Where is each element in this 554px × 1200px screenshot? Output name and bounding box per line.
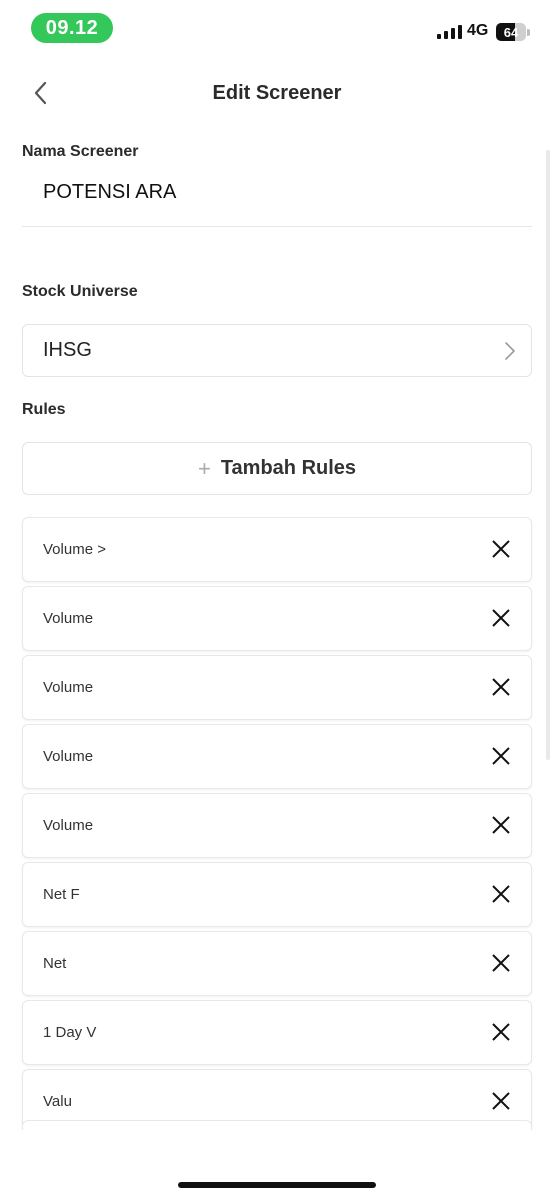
bottom-area xyxy=(0,1130,554,1200)
close-icon[interactable] xyxy=(491,677,511,697)
rule-text: Valu xyxy=(43,1093,72,1110)
chevron-right-icon xyxy=(505,342,515,360)
battery-level: 64 xyxy=(503,24,519,40)
nav-bar: Edit Screener xyxy=(0,70,554,120)
rule-item[interactable]: Volume xyxy=(22,793,532,858)
close-icon[interactable] xyxy=(491,953,511,973)
rule-item[interactable]: Volume > xyxy=(22,517,532,582)
name-label: Nama Screener xyxy=(22,143,139,160)
rule-text: Net xyxy=(43,955,67,972)
rule-item[interactable]: 1 Day V xyxy=(22,1000,532,1065)
rule-text: Volume xyxy=(43,610,94,627)
status-bar: 09.12 4G 64 xyxy=(0,0,554,56)
close-icon[interactable] xyxy=(491,746,511,766)
close-icon[interactable] xyxy=(491,884,511,904)
battery-icon: 64 xyxy=(496,23,526,41)
close-icon[interactable] xyxy=(491,1091,511,1111)
universe-label: Stock Universe xyxy=(22,283,138,300)
status-time: 09.12 xyxy=(31,13,113,43)
rule-item[interactable]: Net F xyxy=(22,862,532,927)
scrollbar[interactable] xyxy=(546,150,550,760)
add-rules-label: Tambah Rules xyxy=(220,457,357,479)
close-icon[interactable] xyxy=(491,1022,511,1042)
plus-icon: + xyxy=(197,455,211,481)
close-icon[interactable] xyxy=(491,815,511,835)
rule-item[interactable]: Net xyxy=(22,931,532,996)
rule-text: Net F xyxy=(43,886,80,903)
stock-universe-value: IHSG xyxy=(43,339,92,361)
rule-text: 1 Day V xyxy=(43,1024,97,1041)
screener-name-field[interactable]: POTENSI ARA xyxy=(43,181,176,204)
stock-universe-select[interactable]: IHSG xyxy=(22,324,532,377)
rule-text: Volume xyxy=(43,679,94,696)
signal-icon xyxy=(437,25,462,39)
add-rules-button[interactable]: + Tambah Rules xyxy=(22,442,532,495)
rule-text: Volume xyxy=(43,817,94,834)
rules-list: Volume > Volume Volume Volume Volume Net… xyxy=(22,517,532,1138)
rules-label: Rules xyxy=(22,401,66,418)
close-icon[interactable] xyxy=(491,539,511,559)
rule-item[interactable]: Volume xyxy=(22,655,532,720)
page-title: Edit Screener xyxy=(212,82,342,104)
home-indicator[interactable] xyxy=(178,1182,376,1188)
rule-item[interactable]: Volume xyxy=(22,586,532,651)
network-label: 4G xyxy=(467,22,489,39)
close-icon[interactable] xyxy=(491,608,511,628)
divider xyxy=(22,226,532,227)
rule-text: Volume > xyxy=(43,541,106,558)
battery-tip xyxy=(527,29,530,36)
rule-text: Volume xyxy=(43,748,94,765)
rule-item[interactable]: Volume xyxy=(22,724,532,789)
